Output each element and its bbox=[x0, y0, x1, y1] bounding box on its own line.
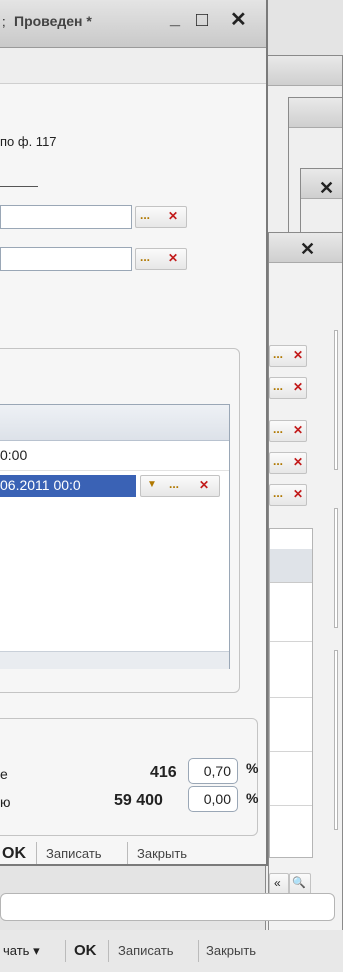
minimize-icon[interactable]: _ bbox=[170, 8, 180, 29]
background-window-3-titlebar bbox=[289, 98, 342, 128]
maximize-icon[interactable]: □ bbox=[196, 10, 208, 30]
rate-2-field[interactable]: 0,00 bbox=[188, 786, 238, 812]
data-table[interactable]: 0:00 06.2011 00:0 ▼ ... ✕ bbox=[0, 404, 230, 669]
form-reference-label: по ф. 117 bbox=[0, 134, 57, 149]
main-titlebar: ; Проведен * _ □ ✕ bbox=[0, 0, 266, 48]
selected-date-cell[interactable]: 06.2011 00:0 bbox=[0, 475, 136, 497]
back-nav-button[interactable]: « bbox=[269, 873, 289, 895]
main-window: ; Проведен * _ □ ✕ по ф. 117 ... ✕ ... ✕… bbox=[0, 0, 268, 866]
background-table bbox=[269, 528, 313, 858]
background-window-5: ✕ ... ✕ ... ✕ ... ✕ ... ✕ ... ✕ « 🔍 bbox=[268, 232, 343, 972]
rate-1-field[interactable]: 0,70 bbox=[188, 758, 238, 784]
field-1-buttons[interactable]: ... ✕ bbox=[135, 206, 187, 228]
main-footer bbox=[0, 848, 266, 866]
toolbar-strip bbox=[0, 48, 266, 84]
table-row-selected[interactable]: 06.2011 00:0 ▼ ... ✕ bbox=[0, 471, 229, 501]
print-button[interactable]: чать ▾ bbox=[3, 943, 40, 959]
close-icon[interactable]: ✕ bbox=[319, 179, 334, 197]
table-header bbox=[0, 405, 229, 441]
back-close-button[interactable]: Закрыть bbox=[206, 943, 256, 958]
clear-icon[interactable]: ✕ bbox=[199, 478, 209, 492]
date-cell-buttons[interactable]: ▼ ... ✕ bbox=[140, 475, 220, 497]
amount-2-label: ю bbox=[0, 794, 11, 810]
field-buttons-1[interactable]: ... ✕ bbox=[269, 345, 307, 367]
field-buttons-4[interactable]: ... ✕ bbox=[269, 452, 307, 474]
select-button[interactable]: ... bbox=[140, 208, 150, 222]
side-strip bbox=[334, 330, 338, 470]
back-save-button[interactable]: Записать bbox=[118, 943, 174, 958]
reference-field-2[interactable] bbox=[0, 247, 132, 271]
back-window-footer: чать ▾ OK Записать Закрыть bbox=[0, 930, 343, 972]
field-2-buttons[interactable]: ... ✕ bbox=[135, 248, 187, 270]
close-icon[interactable]: ✕ bbox=[300, 240, 315, 258]
side-strip bbox=[334, 650, 338, 830]
percent-sign-1: % bbox=[246, 760, 259, 776]
back-ok-button[interactable]: OK bbox=[74, 942, 97, 959]
select-button[interactable]: ... bbox=[140, 250, 150, 264]
field-buttons-5[interactable]: ... ✕ bbox=[269, 484, 307, 506]
close-icon[interactable]: ✕ bbox=[230, 10, 247, 30]
document-status: Проведен * bbox=[14, 13, 92, 29]
clear-icon[interactable]: ✕ bbox=[168, 251, 178, 265]
percent-sign-2: % bbox=[246, 790, 259, 806]
clear-icon[interactable]: ✕ bbox=[168, 209, 178, 223]
separator-line bbox=[0, 186, 38, 187]
comment-field[interactable] bbox=[0, 893, 335, 921]
search-icon[interactable]: 🔍 bbox=[289, 873, 311, 895]
amount-1-label: е bbox=[0, 766, 8, 782]
background-window-2-titlebar bbox=[266, 56, 342, 86]
select-button[interactable]: ... bbox=[169, 477, 179, 491]
ok-button[interactable]: OK bbox=[2, 845, 26, 863]
table-footer bbox=[0, 651, 229, 669]
amount-1-value: 416 bbox=[150, 764, 177, 781]
save-button[interactable]: Записать bbox=[46, 846, 102, 861]
dropdown-icon[interactable]: ▼ bbox=[147, 479, 157, 490]
amount-2-value: 59 400 bbox=[114, 792, 163, 809]
field-buttons-2[interactable]: ... ✕ bbox=[269, 377, 307, 399]
close-button[interactable]: Закрыть bbox=[137, 846, 187, 861]
table-row[interactable]: 0:00 bbox=[0, 441, 229, 471]
side-strip bbox=[334, 508, 338, 628]
field-buttons-3[interactable]: ... ✕ bbox=[269, 420, 307, 442]
title-fragment: ; bbox=[2, 14, 6, 29]
reference-field-1[interactable] bbox=[0, 205, 132, 229]
